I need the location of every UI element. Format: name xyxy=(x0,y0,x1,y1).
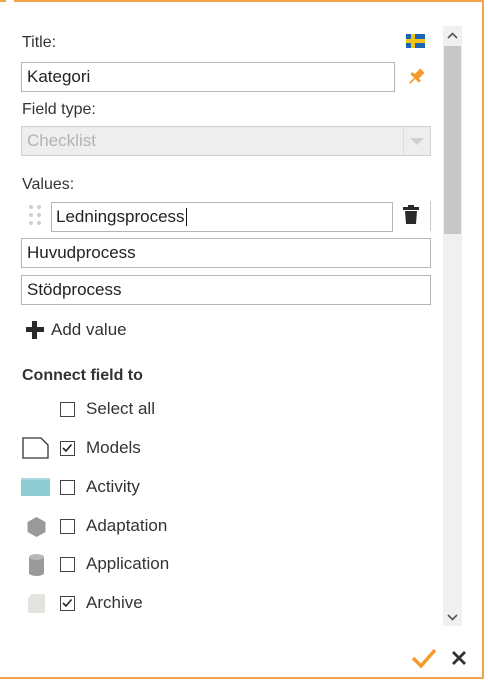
field-type-select: Checklist xyxy=(21,126,431,156)
adaptation-checkbox[interactable] xyxy=(60,519,75,534)
title-label: Title: xyxy=(22,34,57,51)
field-type-label: Field type: xyxy=(22,101,96,118)
drag-handle-icon[interactable] xyxy=(29,205,43,227)
connect-item-archive: Archive xyxy=(0,591,430,617)
close-icon[interactable] xyxy=(451,650,467,666)
values-label: Values: xyxy=(22,176,75,193)
value-input-1[interactable]: Ledningsprocess xyxy=(51,202,393,232)
value-input-3[interactable]: Stödprocess xyxy=(21,275,431,305)
select-all-row: Select all xyxy=(0,397,430,423)
text-caret xyxy=(185,208,187,226)
activity-rect-icon xyxy=(21,478,50,496)
models-label[interactable]: Models xyxy=(86,438,141,458)
scrollbar-thumb[interactable] xyxy=(444,46,461,234)
title-input-value: Kategori xyxy=(27,67,91,86)
sweden-flag-icon[interactable] xyxy=(406,34,425,48)
title-input[interactable]: Kategori xyxy=(21,62,395,92)
select-all-label[interactable]: Select all xyxy=(86,399,155,419)
adaptation-label[interactable]: Adaptation xyxy=(86,516,167,536)
edit-field-panel: Title: Kategori Field type: Checklist Va… xyxy=(0,0,484,679)
connect-item-adaptation: Adaptation xyxy=(0,514,430,540)
chevron-down-icon xyxy=(403,127,430,155)
connect-item-activity: Activity xyxy=(0,475,430,501)
value-input-2-text: Huvudprocess xyxy=(27,243,136,262)
application-checkbox[interactable] xyxy=(60,557,75,572)
activity-label[interactable]: Activity xyxy=(86,477,140,497)
archive-shape-icon xyxy=(28,594,45,613)
add-value-label: Add value xyxy=(51,320,127,339)
scroll-up-arrow-icon[interactable] xyxy=(443,26,462,44)
connect-item-models: Models xyxy=(0,436,430,462)
vertical-scrollbar[interactable] xyxy=(443,26,462,626)
pin-icon[interactable] xyxy=(405,66,427,88)
value-input-1-text: Ledningsprocess xyxy=(56,207,185,226)
connect-item-application: Application xyxy=(0,552,430,578)
hexagon-icon xyxy=(27,517,46,537)
panel-border-top xyxy=(14,0,482,2)
field-type-value: Checklist xyxy=(27,131,96,150)
select-all-checkbox[interactable] xyxy=(60,402,75,417)
add-value-button[interactable]: Add value xyxy=(26,320,127,340)
divider xyxy=(430,201,431,231)
document-shape-icon xyxy=(22,437,49,459)
value-input-3-text: Stödprocess xyxy=(27,280,122,299)
trash-icon[interactable] xyxy=(402,204,420,226)
archive-label[interactable]: Archive xyxy=(86,593,143,613)
activity-checkbox[interactable] xyxy=(60,480,75,495)
plus-icon xyxy=(26,321,44,339)
connect-section-title: Connect field to xyxy=(22,367,143,384)
scroll-down-arrow-icon[interactable] xyxy=(443,608,462,626)
cylinder-icon xyxy=(29,554,44,576)
confirm-check-icon[interactable] xyxy=(411,647,437,669)
application-label[interactable]: Application xyxy=(86,554,169,574)
value-input-2[interactable]: Huvudprocess xyxy=(21,238,431,268)
models-checkbox[interactable] xyxy=(60,441,75,456)
panel-border xyxy=(0,0,6,2)
archive-checkbox[interactable] xyxy=(60,596,75,611)
